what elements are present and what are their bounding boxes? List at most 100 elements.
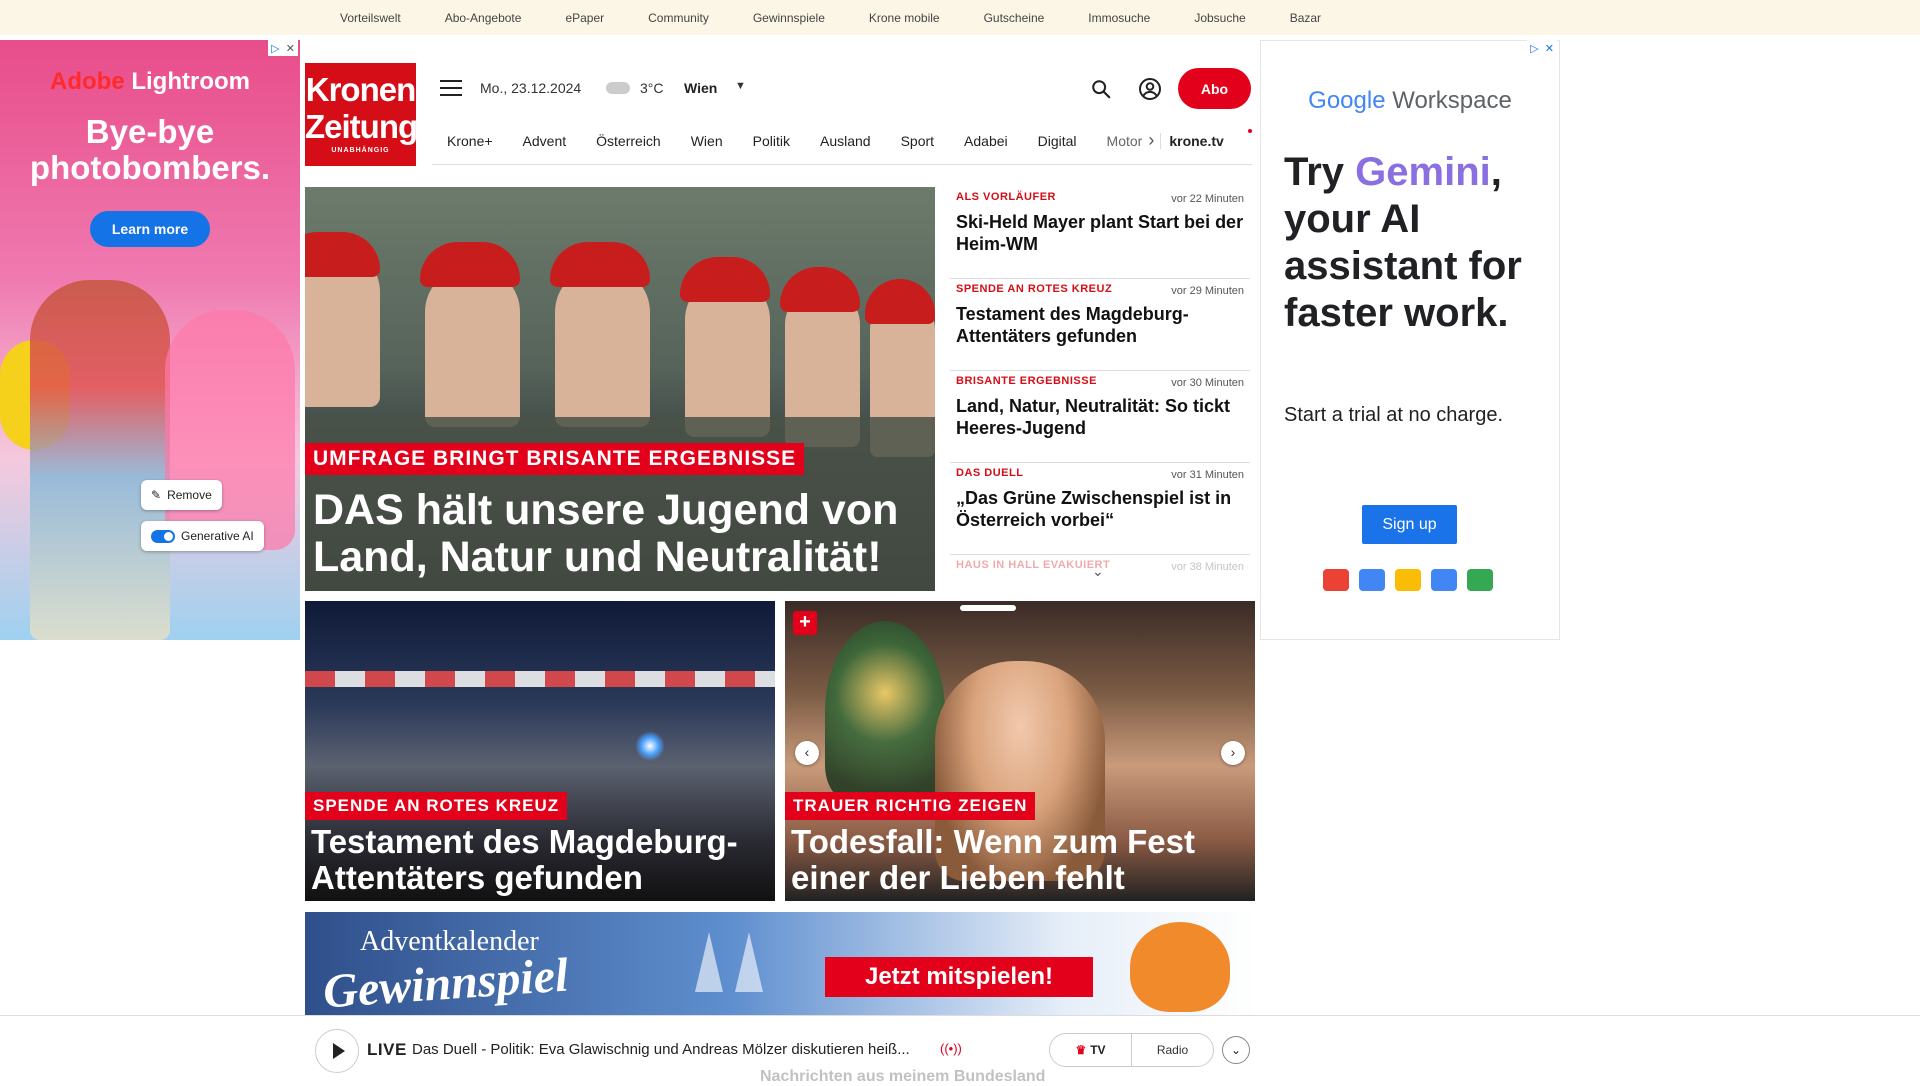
tab-radio[interactable]: Radio bbox=[1132, 1034, 1213, 1066]
hero-image-beret bbox=[550, 242, 650, 287]
toplink-krone-mobile[interactable]: Krone mobile bbox=[869, 11, 940, 25]
toggle-icon bbox=[151, 529, 175, 543]
hero-image-beret bbox=[680, 257, 770, 302]
ad-left-lightroom[interactable]: Adobe Lightroom Bye-bye photobombers. Le… bbox=[0, 40, 300, 640]
slider-prev-icon[interactable]: ‹ bbox=[795, 741, 819, 765]
crown-icon: ♛ bbox=[1075, 1043, 1087, 1057]
current-date: Mo., 23.12.2024 bbox=[480, 80, 582, 96]
adchoices-icon[interactable]: ▷ ✕ bbox=[268, 40, 298, 56]
caret-down-icon[interactable]: ▼ bbox=[735, 80, 746, 92]
ad-right-headline: Try Gemini, your AI assistant for faster… bbox=[1284, 150, 1522, 335]
tv-radio-switch: ♛ TV Radio bbox=[1049, 1033, 1214, 1067]
slider-indicator bbox=[960, 605, 1016, 611]
play-button[interactable] bbox=[315, 1029, 359, 1073]
drive-icon bbox=[1395, 569, 1421, 591]
krone-plus-icon: + bbox=[793, 611, 817, 635]
advent-gewinnspiel-banner[interactable]: Adventkalender Gewinnspiel Jetzt mitspie… bbox=[305, 912, 1255, 1015]
ad-right-brand: Google Workspace bbox=[1308, 87, 1512, 114]
toplink-gutscheine[interactable]: Gutscheine bbox=[984, 11, 1045, 25]
eraser-icon: ✎ bbox=[151, 488, 162, 502]
ad-right-signup-button[interactable]: Sign up bbox=[1362, 505, 1457, 544]
ad-right-google-workspace[interactable]: Google Workspace Try Gemini, your AI ass… bbox=[1260, 40, 1560, 640]
abo-button[interactable]: Abo bbox=[1178, 68, 1251, 109]
fox-mascot bbox=[1130, 922, 1230, 1012]
live-dot-icon bbox=[1248, 129, 1252, 133]
hero-image-beret bbox=[420, 242, 520, 287]
ad-left-photobomber-image bbox=[165, 310, 295, 550]
nav-item-advent[interactable]: Advent bbox=[523, 133, 567, 149]
search-icon[interactable] bbox=[1090, 78, 1112, 100]
card-title: Todesfall: Wenn zum Fest einer der Liebe… bbox=[791, 823, 1195, 896]
top-links-bar: Vorteilswelt Abo-Angebote ePaper Communi… bbox=[0, 0, 1920, 35]
ad-right-subline: Start a trial at no charge. bbox=[1284, 404, 1504, 426]
article-card-trauer[interactable]: + ‹ › TRAUER RICHTIG ZEIGEN Todesfall: W… bbox=[785, 601, 1255, 901]
card-kicker: TRAUER RICHTIG ZEIGEN bbox=[785, 792, 1036, 820]
background-teaser-text: Nachrichten aus meinem Bundesland bbox=[760, 1068, 1046, 1085]
ad-left-remove-chip: ✎ Remove bbox=[141, 480, 222, 510]
list-item[interactable]: SPENDE AN ROTES KREUZ vor 29 Minuten Test… bbox=[950, 279, 1250, 371]
hamburger-menu-icon[interactable] bbox=[440, 80, 462, 96]
cloud-icon bbox=[606, 82, 630, 94]
advent-cta-button[interactable]: Jetzt mitspielen! bbox=[825, 957, 1093, 997]
hero-article[interactable]: UMFRAGE BRINGT BRISANTE ERGEBNISSE DAS h… bbox=[305, 187, 935, 591]
hero-image-figure bbox=[425, 267, 520, 427]
list-item[interactable]: BRISANTE ERGEBNISSE vor 30 Minuten Land, … bbox=[950, 371, 1250, 463]
live-player-bar: Nachrichten aus meinem Bundesland LIVE D… bbox=[0, 1015, 1920, 1085]
toplink-immosuche[interactable]: Immosuche bbox=[1088, 11, 1150, 25]
city-selector[interactable]: Wien bbox=[684, 80, 717, 96]
adchoices-icon[interactable]: ▷ ✕ bbox=[1527, 40, 1557, 56]
toplink-gewinnspiele[interactable]: Gewinnspiele bbox=[753, 11, 825, 25]
hero-image-beret bbox=[780, 267, 860, 312]
meet-icon bbox=[1467, 569, 1493, 591]
toplink-community[interactable]: Community bbox=[648, 11, 709, 25]
hero-image-beret bbox=[865, 279, 935, 324]
kronen-zeitung-logo[interactable]: Kronen Zeitung UNABHÄNGIG bbox=[305, 63, 418, 166]
latest-news-list: ALS VORLÄUFER vor 22 Minuten Ski-Held May… bbox=[950, 187, 1250, 597]
nav-item-politik[interactable]: Politik bbox=[753, 133, 790, 149]
hero-title: DAS hält unsere Jugend von Land, Natur u… bbox=[313, 486, 899, 581]
broadcast-icon: ((•)) bbox=[940, 1041, 962, 1056]
live-stream-title[interactable]: Das Duell - Politik: Eva Glawischnig und… bbox=[412, 1041, 910, 1058]
list-item[interactable]: DAS DUELL vor 31 Minuten „Das Grüne Zwisc… bbox=[950, 463, 1250, 555]
card-title: Testament des Magdeburg-Attentäters gefu… bbox=[311, 823, 738, 896]
nav-item-ausland[interactable]: Ausland bbox=[820, 133, 871, 149]
ad-left-genai-chip: Generative AI bbox=[141, 521, 264, 551]
nav-item-krone-tv[interactable]: krone.tv bbox=[1160, 132, 1224, 149]
banner-tree-decoration bbox=[735, 932, 763, 992]
card-image-blue-light bbox=[635, 731, 665, 761]
temperature: 3°C bbox=[640, 80, 664, 96]
slider-next-icon[interactable]: › bbox=[1221, 741, 1245, 765]
tab-tv[interactable]: ♛ TV bbox=[1050, 1034, 1132, 1066]
ad-left-brand: Adobe Lightroom bbox=[50, 68, 250, 95]
chevron-down-icon[interactable]: ⌄ bbox=[1092, 563, 1104, 580]
nav-item-motor[interactable]: Motor bbox=[1107, 133, 1143, 149]
hero-image-beret bbox=[305, 232, 380, 277]
chevron-down-icon[interactable]: ⌄ bbox=[1222, 1036, 1250, 1064]
nav-item-digital[interactable]: Digital bbox=[1038, 133, 1077, 149]
nav-item-oesterreich[interactable]: Österreich bbox=[596, 133, 661, 149]
nav-item-wien[interactable]: Wien bbox=[691, 133, 723, 149]
main-navigation: Krone+ Advent Österreich Wien Politik Au… bbox=[432, 117, 1252, 165]
toplink-vorteilswelt[interactable]: Vorteilswelt bbox=[340, 11, 401, 25]
article-card-magdeburg[interactable]: SPENDE AN ROTES KREUZ Testament des Magd… bbox=[305, 601, 775, 901]
hero-image-figure bbox=[555, 267, 650, 427]
nav-item-adabei[interactable]: Adabei bbox=[964, 133, 1008, 149]
ad-right-app-icons bbox=[1323, 569, 1493, 591]
gmail-icon bbox=[1323, 569, 1349, 591]
toplink-abo-angebote[interactable]: Abo-Angebote bbox=[445, 11, 522, 25]
card-image-christmas-tree bbox=[825, 621, 945, 801]
advent-line2: Gewinnspiel bbox=[321, 948, 570, 1015]
ad-left-headline: Bye-bye photobombers. bbox=[29, 113, 271, 186]
nav-item-krone-plus[interactable]: Krone+ bbox=[447, 133, 493, 149]
nav-scroll-right-icon[interactable]: › bbox=[1148, 130, 1154, 151]
card-kicker: SPENDE AN ROTES KREUZ bbox=[305, 792, 568, 820]
toplink-jobsuche[interactable]: Jobsuche bbox=[1194, 11, 1245, 25]
nav-item-sport[interactable]: Sport bbox=[901, 133, 934, 149]
ad-left-learn-more-button[interactable]: Learn more bbox=[90, 211, 210, 247]
toplink-bazar[interactable]: Bazar bbox=[1290, 11, 1321, 25]
user-account-icon[interactable] bbox=[1138, 77, 1162, 101]
card-image-police-tape bbox=[305, 671, 775, 687]
ad-left-person-image bbox=[30, 280, 170, 640]
toplink-epaper[interactable]: ePaper bbox=[565, 11, 604, 25]
list-item[interactable]: ALS VORLÄUFER vor 22 Minuten Ski-Held May… bbox=[950, 187, 1250, 279]
